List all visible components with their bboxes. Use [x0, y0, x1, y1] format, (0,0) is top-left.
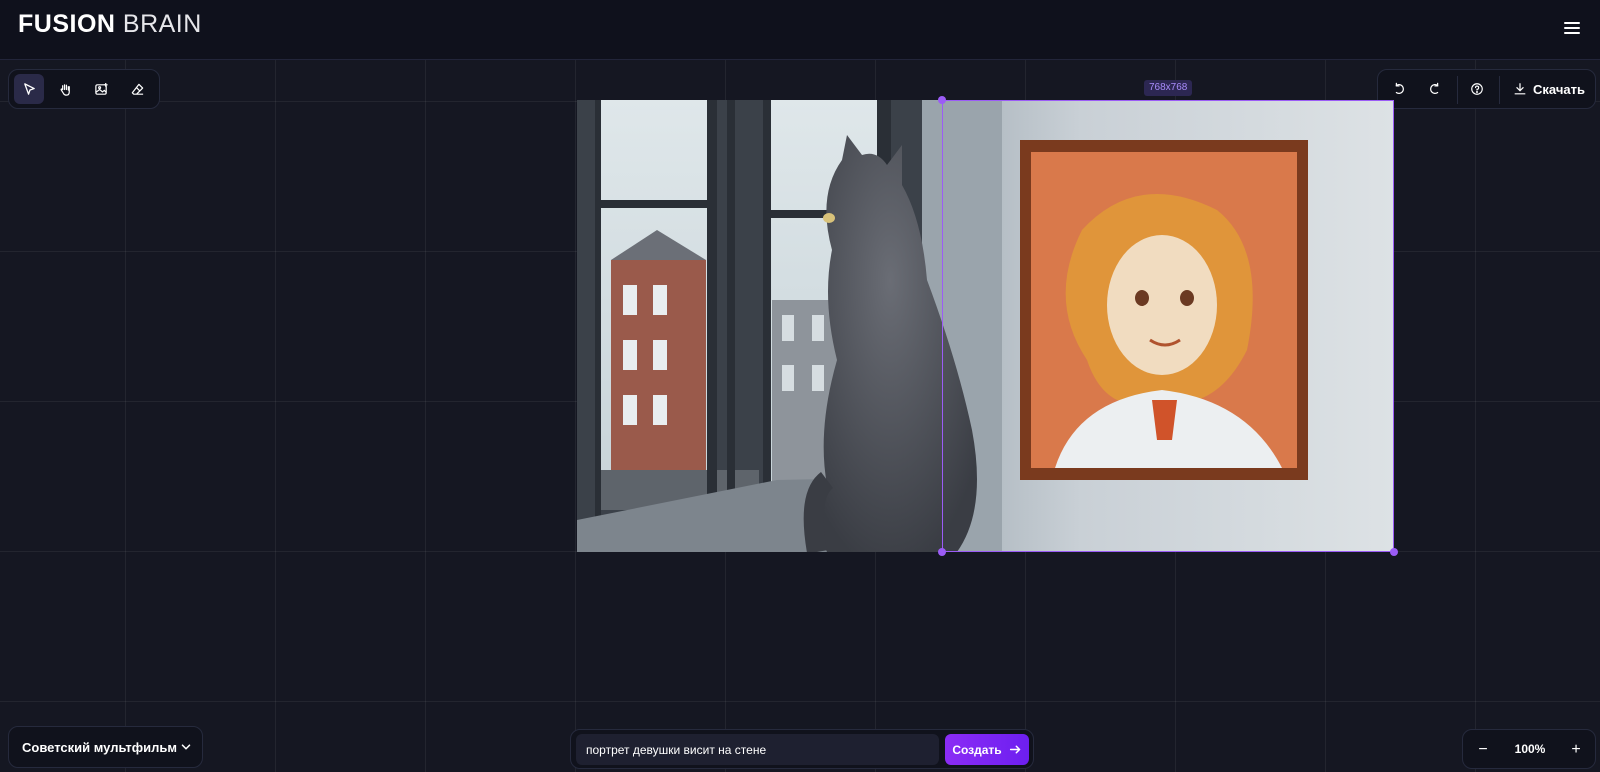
- selection-box[interactable]: [942, 100, 1394, 552]
- download-label: Скачать: [1533, 81, 1585, 97]
- create-button-label: Создать: [952, 742, 1002, 757]
- logo-light: BRAIN: [122, 10, 202, 38]
- zoom-in-button[interactable]: +: [1563, 735, 1589, 765]
- download-button[interactable]: Скачать: [1506, 74, 1592, 104]
- chevron-down-icon: [181, 744, 191, 750]
- redo-icon[interactable]: [1420, 74, 1450, 104]
- app-header: FUSION BRAIN: [0, 0, 1600, 60]
- eraser-icon[interactable]: [122, 74, 152, 104]
- zoom-panel: − 100% +: [1462, 729, 1596, 769]
- action-panel: Скачать: [1377, 69, 1596, 109]
- download-icon: [1514, 83, 1526, 95]
- prompt-input[interactable]: [576, 734, 939, 765]
- logo-bold: FUSION: [18, 10, 116, 38]
- zoom-level: 100%: [1514, 742, 1546, 756]
- hamburger-menu-icon[interactable]: [1560, 16, 1584, 40]
- zoom-out-button[interactable]: −: [1470, 735, 1496, 765]
- selection-handle-bottom-left[interactable]: [938, 548, 946, 556]
- prompt-panel: Создать: [570, 729, 1034, 769]
- help-icon[interactable]: [1462, 74, 1492, 104]
- image-plus-icon[interactable]: [86, 74, 116, 104]
- hand-icon[interactable]: [50, 74, 80, 104]
- style-select-label: Советский мультфильм: [22, 740, 177, 755]
- app-logo[interactable]: FUSION BRAIN: [18, 10, 202, 38]
- selection-size-label: 768x768: [1144, 80, 1193, 96]
- create-button[interactable]: Создать: [945, 734, 1029, 765]
- selection-handle-top-left[interactable]: [938, 96, 946, 104]
- tool-panel: [8, 69, 160, 109]
- cursor-icon[interactable]: [14, 74, 44, 104]
- style-select[interactable]: Советский мультфильм: [8, 726, 203, 768]
- arrow-right-icon: [1009, 745, 1020, 754]
- selection-handle-bottom-right[interactable]: [1390, 548, 1398, 556]
